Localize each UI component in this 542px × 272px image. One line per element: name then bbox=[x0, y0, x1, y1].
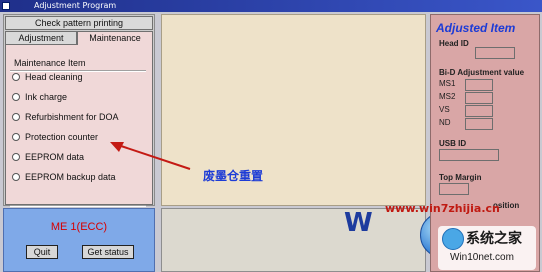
bid-vs-field bbox=[465, 105, 493, 117]
top-margin-label: Top Margin bbox=[439, 173, 482, 182]
bid-ms1-label: MS1 bbox=[439, 79, 456, 88]
bid-vs-label: VS bbox=[439, 105, 450, 114]
radio-button-icon[interactable] bbox=[12, 92, 20, 101]
get-status-button[interactable]: Get status bbox=[82, 245, 134, 259]
bid-label: Bi-D Adjustment value bbox=[439, 68, 525, 77]
tab-adjustment[interactable]: Adjustment bbox=[5, 31, 77, 45]
usb-id-field bbox=[439, 149, 499, 161]
log-area bbox=[161, 208, 426, 272]
annotation-arrow-icon bbox=[110, 142, 191, 170]
window-title: Adjustment Program bbox=[34, 1, 117, 10]
radio-button-icon[interactable] bbox=[12, 72, 20, 81]
bid-ms2-label: MS2 bbox=[439, 92, 456, 101]
tab-row: Adjustment Maintenance bbox=[5, 31, 153, 45]
group-title: Maintenance Item bbox=[14, 58, 86, 68]
watermark-logo-title: 系统之家 bbox=[466, 231, 522, 247]
adjusted-item-title: Adjusted Item bbox=[436, 21, 516, 35]
tab-check-pattern-printing[interactable]: Check pattern printing bbox=[5, 16, 153, 30]
radio-label: Refurbishment for DOA bbox=[25, 112, 119, 122]
bid-ms2-field bbox=[465, 92, 493, 104]
head-id-label: Head ID bbox=[439, 39, 469, 48]
radio-button-icon[interactable] bbox=[12, 132, 20, 141]
radio-label: Head cleaning bbox=[25, 72, 83, 82]
radio-button-icon[interactable] bbox=[12, 172, 20, 181]
radio-eeprom-data[interactable]: EEPROM data bbox=[12, 151, 84, 163]
brand-text: W bbox=[344, 208, 374, 238]
radio-button-icon[interactable] bbox=[12, 112, 20, 121]
bid-nd-label: ND bbox=[439, 118, 451, 127]
tab-maintenance[interactable]: Maintenance bbox=[77, 31, 153, 45]
usb-id-label: USB ID bbox=[439, 139, 467, 148]
radio-label: EEPROM data bbox=[25, 152, 85, 162]
quit-button[interactable]: Quit bbox=[26, 245, 58, 259]
head-id-field bbox=[475, 47, 515, 59]
app-icon bbox=[2, 2, 10, 10]
radio-button-icon[interactable] bbox=[12, 152, 20, 161]
bid-ms1-field bbox=[465, 79, 493, 91]
bid-nd-field bbox=[465, 118, 493, 130]
radio-head-cleaning[interactable]: Head cleaning bbox=[12, 71, 83, 83]
top-margin-field bbox=[439, 183, 469, 195]
group-divider-bottom bbox=[10, 205, 146, 207]
watermark-logo-sub: Win10net.com bbox=[450, 252, 514, 263]
radio-label: Protection counter bbox=[25, 132, 99, 142]
adjustment-program-window: Adjustment Program Check pattern printin… bbox=[0, 0, 542, 272]
radio-ink-charge[interactable]: Ink charge bbox=[12, 91, 67, 103]
title-bar: Adjustment Program bbox=[0, 0, 542, 12]
main-content-area bbox=[161, 14, 426, 206]
radio-refurbishment-for-doa[interactable]: Refurbishment for DOA bbox=[12, 111, 119, 123]
radio-label: Ink charge bbox=[25, 92, 68, 102]
logo-circle-icon bbox=[442, 228, 464, 250]
model-label: ME 1(ECC) bbox=[50, 221, 108, 233]
control-panel: ME 1(ECC) Quit Get status bbox=[3, 208, 155, 272]
radio-protection-counter[interactable]: Protection counter bbox=[12, 131, 98, 143]
annotation-label: 废墨仓重置 bbox=[203, 169, 264, 183]
watermark-url: www.win7zhijia.cn bbox=[385, 202, 500, 215]
